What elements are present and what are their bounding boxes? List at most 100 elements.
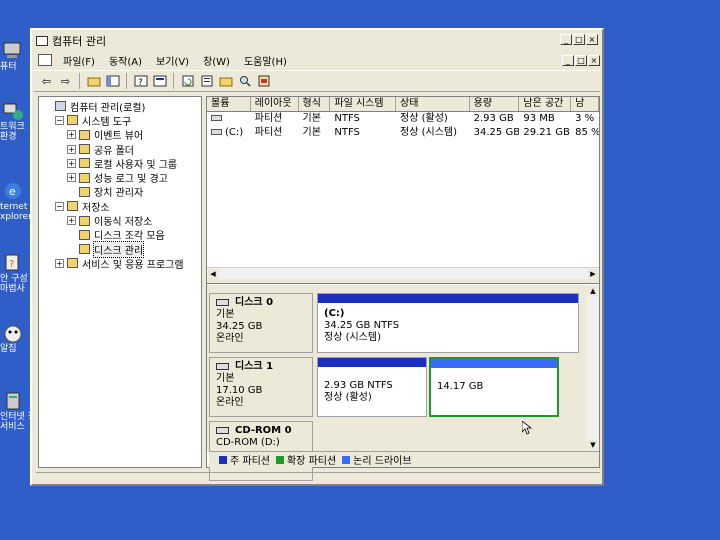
filesystem-cell: NTFS [334,113,360,124]
expand-toggle-icon[interactable]: + [55,258,64,268]
logical-drive-bar [431,359,557,368]
partition-c[interactable]: (C:) 34.25 GB NTFS 정상 (시스템) [317,293,579,353]
search-icon[interactable] [236,73,253,90]
column-header-status[interactable]: 상태 [396,97,470,111]
expand-toggle-icon[interactable]: + [67,158,76,168]
cd-drive-icon [216,426,229,434]
expand-toggle-icon[interactable]: + [67,144,76,154]
volume-row[interactable]: 파티션 기본 NTFS 정상 (활성) 2.93 GB 93 MB 3 % [207,112,599,126]
free-space-cell: 29.21 GB [523,127,570,138]
expand-toggle-icon[interactable]: + [67,216,76,226]
tree-item[interactable]: 장치 관리자 [39,185,201,199]
tree-item[interactable]: − 시스템 도구 [39,113,201,128]
settings-icon[interactable] [255,73,272,90]
tree-node-icon [67,201,78,212]
minimize-button[interactable]: _ [560,34,572,45]
show-hide-tree-icon[interactable] [104,73,121,90]
desktop-icon-wizard[interactable]: ? 안 구성 마법사 [0,252,32,294]
column-header-volume[interactable]: 볼륨 [207,97,251,111]
desktop-icon-computer[interactable]: 퓨터 [0,40,32,72]
menu-file[interactable]: 파일(F) [56,53,102,68]
partition-extended[interactable]: 14.17 GB [429,357,559,417]
column-header-percent-free[interactable]: 남 [571,97,599,111]
tree-item[interactable]: + 로컬 사용자 및 그룹 [39,156,201,171]
title-bar[interactable]: 컴퓨터 관리 _ □ × [34,32,600,50]
tree-item-label: 서비스 및 응용 프로그램 [82,259,184,271]
expand-toggle-icon[interactable]: + [67,173,76,183]
percent-free-cell: 3 % [575,113,595,124]
desktop-icon-ie[interactable]: e ternet xplorer [0,180,32,222]
disk-0-label[interactable]: 디스크 0 기본 34.25 GB 온라인 [209,293,313,353]
column-header-type[interactable]: 형식 [299,97,331,111]
column-header-layout[interactable]: 레이아웃 [251,97,299,111]
tree-item[interactable]: 컴퓨터 관리(로컬) [39,99,201,114]
disk-0-row[interactable]: 디스크 0 기본 34.25 GB 온라인 (C:) 34.25 GB NTFS… [209,293,579,353]
toolbar-separator [173,73,174,89]
help-icon[interactable]: ? [132,73,149,90]
child-close-button[interactable]: × [588,55,600,66]
pane-splitter[interactable] [207,279,599,284]
iis-icon [6,392,20,410]
column-header-free-space[interactable]: 남은 공간 [519,97,572,111]
child-minimize-button[interactable]: _ [562,55,574,66]
disk-name: 디스크 0 [235,297,274,308]
scroll-down-icon[interactable]: ▼ [588,440,598,450]
restore-button[interactable]: □ [573,34,585,45]
legend-label: 주 파티션 [230,456,270,467]
tree-item[interactable]: + 이동식 저장소 [39,213,201,229]
tree-item[interactable]: + 이벤트 뷰어 [39,128,201,142]
partition-size: 34.25 GB NTFS [324,320,400,331]
back-arrow-icon[interactable]: ⇦ [38,73,55,90]
primary-partition-bar [318,294,578,303]
svg-text:?: ? [138,78,143,87]
tree-item[interactable]: 디스크 관리 [39,240,201,258]
menu-view[interactable]: 보기(V) [149,53,196,68]
volume-row[interactable]: (C:) 파티션 기본 NTFS 정상 (시스템) 34.25 GB 29.21… [207,126,599,140]
hard-disk-icon [216,298,229,306]
menu-action[interactable]: 동작(A) [102,53,149,68]
forward-arrow-icon[interactable]: ⇨ [57,73,74,90]
tree-item[interactable]: − 저장소 [39,199,201,214]
tree-item[interactable]: + 성능 로그 및 경고 [39,170,201,185]
disk-1-row[interactable]: 디스크 1 기본 17.10 GB 온라인 2.93 GB NTFS 정상 (활… [209,357,579,417]
column-header-filesystem[interactable]: 파일 시스템 [330,97,397,111]
column-header-capacity[interactable]: 용량 [470,97,520,111]
refresh-icon[interactable] [179,73,196,90]
close-button[interactable]: × [586,34,598,45]
volume-list-horizontal-scrollbar[interactable]: ◀ ▶ [207,267,599,279]
desktop-icon-alzip[interactable]: 알집 [0,322,32,354]
menu-window[interactable]: 창(W) [196,53,237,68]
expand-toggle-icon[interactable]: − [55,115,64,125]
mmc-icon[interactable] [38,54,52,66]
desktop-icon-iis[interactable]: 인터넷 정보 서비스 [0,390,44,432]
disk-view-icon[interactable] [151,73,168,90]
cdrom-empty-area [317,421,579,451]
primary-partition-bar [318,358,426,367]
tree-item-label: 로컬 사용자 및 그룹 [94,159,178,171]
menu-help[interactable]: 도움말(H) [237,53,294,68]
scroll-left-icon[interactable]: ◀ [208,269,218,279]
properties-icon[interactable] [198,73,215,90]
tree-item[interactable]: 디스크 조각 모음 [39,228,201,242]
tree-item-label: 이동식 저장소 [94,217,153,229]
free-space-cell: 93 MB [523,113,555,124]
scroll-right-icon[interactable]: ▶ [588,269,598,279]
desktop-icon-network[interactable]: 트워크 환경 [0,100,32,142]
up-folder-icon[interactable] [85,73,102,90]
disk-view-vertical-scrollbar[interactable]: ▲ ▼ [587,285,599,451]
drive-icon [211,115,222,121]
open-folder-icon[interactable] [217,73,234,90]
expand-toggle-icon[interactable]: − [55,201,64,211]
scroll-up-icon[interactable]: ▲ [588,286,598,296]
legend-logical: 논리 드라이브 [342,452,412,467]
disk-state: 온라인 [216,397,244,408]
tree-item-label: 저장소 [82,202,110,214]
partition-primary-active[interactable]: 2.93 GB NTFS 정상 (활성) [317,357,427,417]
legend-label: 논리 드라이브 [353,456,412,467]
disk-1-label[interactable]: 디스크 1 기본 17.10 GB 온라인 [209,357,313,417]
tree-item[interactable]: + 공유 폴더 [39,142,201,157]
expand-toggle-icon[interactable]: + [67,130,76,140]
tree-item[interactable]: + 서비스 및 응용 프로그램 [39,256,201,271]
legend-label: 확장 파티션 [286,456,337,467]
child-restore-button[interactable]: □ [575,55,587,66]
